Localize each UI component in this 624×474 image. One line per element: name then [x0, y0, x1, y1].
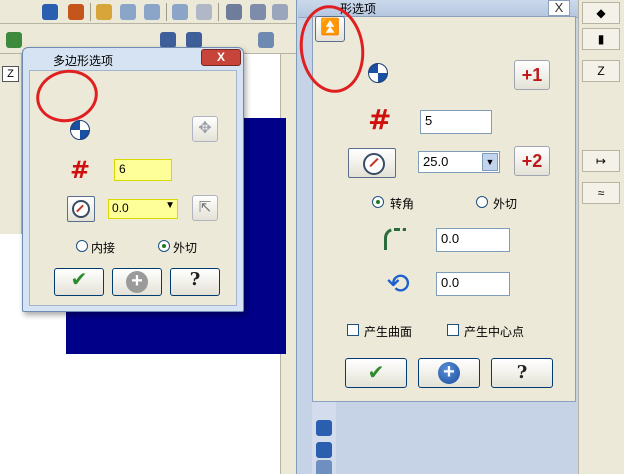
surface-checkbox[interactable]: [347, 324, 359, 336]
rotate-input[interactable]: 0.0: [436, 272, 510, 296]
polygon-icon: [368, 63, 388, 83]
help-icon: ?: [189, 269, 201, 290]
help-button[interactable]: ?: [170, 268, 220, 296]
sides-input[interactable]: 5: [420, 110, 492, 134]
strip-layer-icon[interactable]: [316, 460, 332, 474]
toolbar-arrow-icon[interactable]: [186, 32, 202, 48]
add-button[interactable]: +: [418, 358, 480, 388]
dialog-title: 多边形选项: [53, 54, 114, 68]
toolbar-axis-icon[interactable]: [160, 32, 176, 48]
help-button[interactable]: ?: [491, 358, 553, 388]
chevron-down-icon[interactable]: ▼: [165, 200, 175, 211]
toolbar-zoom-out-icon[interactable]: [144, 4, 160, 20]
radio-inner[interactable]: [76, 240, 88, 252]
radio-corner-label: 转角: [390, 197, 415, 211]
right-diamond-icon[interactable]: ◆: [582, 2, 620, 24]
add-button[interactable]: +: [112, 268, 162, 296]
strip-cube-icon[interactable]: [316, 420, 332, 436]
background-toolbar-top: [0, 0, 296, 24]
angle-value: 25.0: [423, 154, 449, 169]
toolbar-grid-icon[interactable]: [258, 32, 274, 48]
polygon-icon: [70, 120, 90, 140]
chevron-down-icon[interactable]: ▼: [482, 153, 498, 171]
toolbar-zoom-in-icon[interactable]: [120, 4, 136, 20]
center-point-checkbox-label: 产生中心点: [464, 325, 525, 339]
right-solid-icon[interactable]: ▮: [582, 28, 620, 50]
radio-outer[interactable]: [158, 240, 170, 252]
radio-outer-label: 外切: [173, 241, 198, 255]
radio-inner-label: 内接: [91, 241, 116, 255]
fillet-icon: [384, 228, 406, 250]
angle-button[interactable]: [67, 196, 95, 222]
right-plane-button[interactable]: Z: [582, 60, 620, 82]
sides-input[interactable]: 6: [114, 159, 172, 181]
green-check-icon: ✔: [367, 362, 385, 384]
fillet-input[interactable]: 0.0: [436, 228, 510, 252]
lower-icon-strip: [312, 402, 336, 474]
increment-angle-button[interactable]: +2: [514, 146, 550, 176]
sides-icon: #: [70, 156, 91, 184]
angle-select[interactable]: 25.0 ▼: [418, 151, 500, 173]
sides-icon: #: [368, 103, 392, 136]
toolbar-zoom-prev-icon[interactable]: [196, 4, 212, 20]
increment-angle-label: +2: [521, 151, 543, 171]
left-plane-button[interactable]: Z: [2, 66, 19, 82]
angle-select[interactable]: 0.0 ▼: [108, 199, 178, 219]
help-icon: ?: [516, 362, 528, 383]
plus-icon: +: [438, 362, 460, 384]
right-wave-icon[interactable]: ≈: [582, 182, 620, 204]
toolbar-wire-icon[interactable]: [250, 4, 266, 20]
strip-arrow-icon[interactable]: [316, 442, 332, 458]
toolbar-zoom-fit-icon[interactable]: [96, 4, 112, 20]
ok-button[interactable]: ✔: [54, 268, 104, 296]
rotate-icon: ⟲: [386, 268, 410, 299]
toolbar-move-icon[interactable]: [42, 4, 58, 20]
right-extend-icon[interactable]: ↦: [582, 150, 620, 172]
close-button[interactable]: X: [201, 49, 241, 66]
angle-value: 0.0: [112, 201, 129, 215]
radio-tangent-label: 外切: [493, 197, 518, 211]
surface-checkbox-label: 产生曲面: [364, 325, 413, 339]
toolbar-paint-icon[interactable]: [68, 4, 84, 20]
center-point-checkbox[interactable]: [447, 324, 459, 336]
plus-icon: +: [126, 271, 148, 293]
radio-tangent[interactable]: [476, 196, 488, 208]
increment-sides-label: +1: [521, 65, 543, 85]
toolbar-render-icon[interactable]: [272, 4, 288, 20]
toolbar-zoom-window-icon[interactable]: [172, 4, 188, 20]
toolbar-shade-icon[interactable]: [226, 4, 242, 20]
radio-corner[interactable]: [372, 196, 384, 208]
background-left-toolstrip: Z: [0, 54, 22, 234]
angle-button[interactable]: [348, 148, 396, 178]
move-icon-button[interactable]: ✥: [192, 116, 218, 142]
increment-sides-button[interactable]: +1: [514, 60, 550, 90]
ok-button[interactable]: ✔: [345, 358, 407, 388]
close-button[interactable]: X: [548, 0, 570, 16]
green-check-icon: ✔: [70, 269, 88, 291]
toolbar-solid-icon[interactable]: [6, 32, 22, 48]
select-cursor-button[interactable]: ⇱: [192, 195, 218, 221]
